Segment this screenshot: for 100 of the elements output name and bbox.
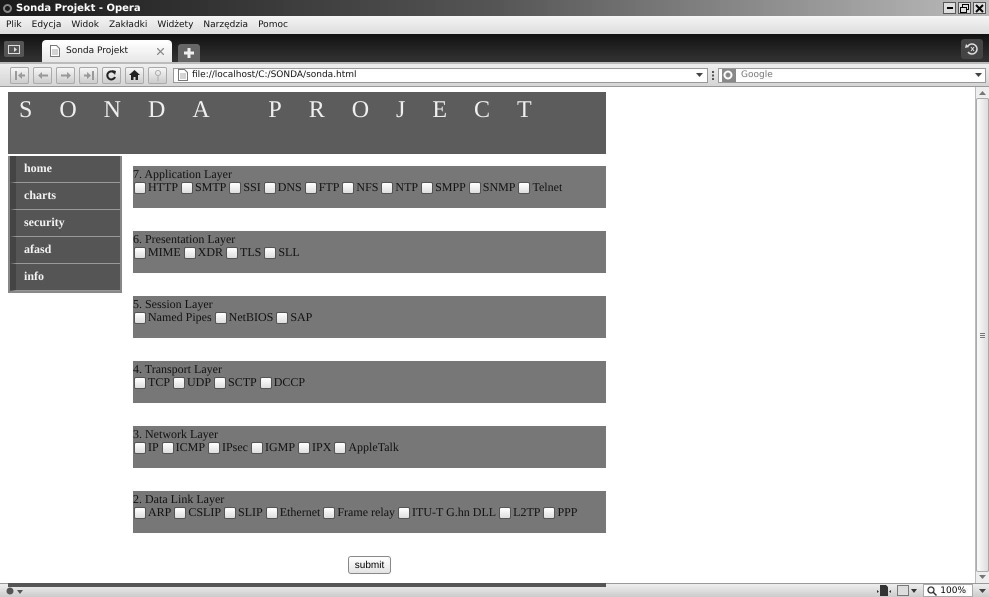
checkbox[interactable] <box>499 506 512 518</box>
checkbox-label: IPX <box>312 441 332 454</box>
checkbox[interactable] <box>226 246 238 258</box>
nav-link[interactable]: charts <box>10 183 120 210</box>
rewind-button[interactable] <box>10 66 29 84</box>
search-field[interactable]: Google <box>718 68 986 82</box>
checkbox-label: SMTP <box>195 181 226 194</box>
checkbox-label: L2TP <box>513 506 540 519</box>
nav-link[interactable]: afasd <box>10 237 120 264</box>
drag-handle-icon[interactable] <box>712 70 714 80</box>
checkbox[interactable] <box>174 506 186 518</box>
menu-item[interactable]: Zakładki <box>106 20 156 30</box>
view-icon[interactable] <box>897 585 918 596</box>
page-transfer-icon[interactable] <box>877 585 892 596</box>
checkbox-label: XDR <box>198 246 224 259</box>
panel-toggle-button[interactable] <box>4 41 24 57</box>
layer-title: 4. Transport Layer <box>133 363 223 376</box>
checkbox-label: SNMP <box>482 181 516 194</box>
checkbox[interactable] <box>134 182 146 194</box>
opera-logo-icon <box>3 4 12 12</box>
checkbox[interactable] <box>251 442 264 454</box>
checkbox-label: SCTP <box>228 376 257 389</box>
home-icon <box>129 70 140 80</box>
checkbox-label: PPP <box>557 506 578 519</box>
checkbox[interactable] <box>264 182 276 194</box>
menu-item[interactable]: Pomoc <box>256 20 296 30</box>
checkbox[interactable] <box>208 442 220 454</box>
scroll-down-icon[interactable] <box>979 575 986 579</box>
checkbox[interactable] <box>276 312 288 324</box>
checkbox[interactable] <box>304 182 317 194</box>
checkbox[interactable] <box>214 312 227 324</box>
dropdown-arrow-icon[interactable] <box>979 588 986 592</box>
checkbox[interactable] <box>162 442 174 454</box>
minimize-icon <box>946 7 952 9</box>
menu-item[interactable]: Widok <box>69 20 107 30</box>
checkbox-label: IP <box>148 441 159 454</box>
checkbox[interactable] <box>421 182 434 194</box>
forward-button[interactable] <box>56 66 75 84</box>
magnifier-icon <box>927 586 938 596</box>
checkbox-label: SAP <box>290 311 312 324</box>
close-icon[interactable] <box>157 48 164 54</box>
checkbox[interactable] <box>342 182 354 194</box>
checkbox-label: ICMP <box>176 441 206 454</box>
layer-title: 2. Data Link Layer <box>133 493 226 506</box>
nav-link[interactable]: home <box>10 156 120 183</box>
checkbox[interactable] <box>298 442 310 454</box>
checkbox-label: MIME <box>148 246 181 259</box>
checkbox[interactable] <box>184 246 196 258</box>
scroll-up-icon[interactable] <box>979 91 986 95</box>
menu-item[interactable]: Narzędzia <box>201 20 256 30</box>
page-icon <box>178 69 188 81</box>
right-arrow-icon <box>60 70 70 80</box>
address-field[interactable]: file://localhost/C:/SONDA/sonda.html <box>173 68 708 82</box>
browser-tab[interactable]: Sonda Projekt <box>42 40 172 62</box>
menu-item[interactable]: Plik <box>4 20 30 30</box>
home-button[interactable] <box>125 66 144 84</box>
checkbox[interactable] <box>266 506 278 518</box>
checkbox[interactable] <box>224 506 236 518</box>
menu-item[interactable]: Edycja <box>30 20 70 30</box>
checkbox[interactable] <box>468 182 481 194</box>
checkbox[interactable] <box>334 442 346 454</box>
checkbox[interactable] <box>181 182 193 194</box>
checkbox-label: SLL <box>278 246 300 259</box>
nav-link[interactable]: info <box>10 264 120 291</box>
checkbox[interactable] <box>214 376 226 388</box>
checkbox[interactable] <box>134 442 146 454</box>
layer-title: 3. Network Layer <box>133 428 219 441</box>
zoom-field[interactable]: 100% <box>923 584 973 597</box>
checkbox[interactable] <box>260 376 272 388</box>
checkbox[interactable] <box>134 506 146 518</box>
submit-button[interactable]: submit <box>348 556 392 574</box>
checkbox[interactable] <box>229 182 242 194</box>
back-button[interactable] <box>33 66 52 84</box>
checkbox[interactable] <box>134 376 146 388</box>
closed-tabs-button[interactable] <box>961 39 983 59</box>
reload-icon <box>106 70 117 80</box>
checkbox[interactable] <box>134 312 146 324</box>
checkbox[interactable] <box>173 376 186 388</box>
checkbox-label: AppleTalk <box>348 441 399 454</box>
dropdown-arrow-icon[interactable] <box>696 73 703 77</box>
minimize-button[interactable] <box>943 2 956 14</box>
restore-button[interactable] <box>958 2 971 14</box>
dropdown-arrow-icon[interactable] <box>975 72 982 76</box>
checkbox-label: NFS <box>356 181 378 194</box>
checkbox[interactable] <box>264 246 276 258</box>
close-button[interactable] <box>973 2 986 14</box>
nav-link[interactable]: security <box>10 210 120 237</box>
checkbox-label: Frame relay <box>337 506 396 519</box>
checkbox-label: Telnet <box>532 181 562 194</box>
menu-item[interactable]: Widżety <box>155 20 202 30</box>
checkbox[interactable] <box>518 182 530 194</box>
checkbox[interactable] <box>398 506 410 518</box>
checkbox[interactable] <box>381 182 394 194</box>
checkbox[interactable] <box>323 506 336 518</box>
checkbox[interactable] <box>134 246 146 258</box>
new-tab-button[interactable] <box>178 44 200 62</box>
window-title: Sonda Projekt - Opera <box>16 2 141 14</box>
restore-icon <box>960 4 969 12</box>
reload-button[interactable] <box>102 66 121 84</box>
checkbox[interactable] <box>543 506 556 518</box>
